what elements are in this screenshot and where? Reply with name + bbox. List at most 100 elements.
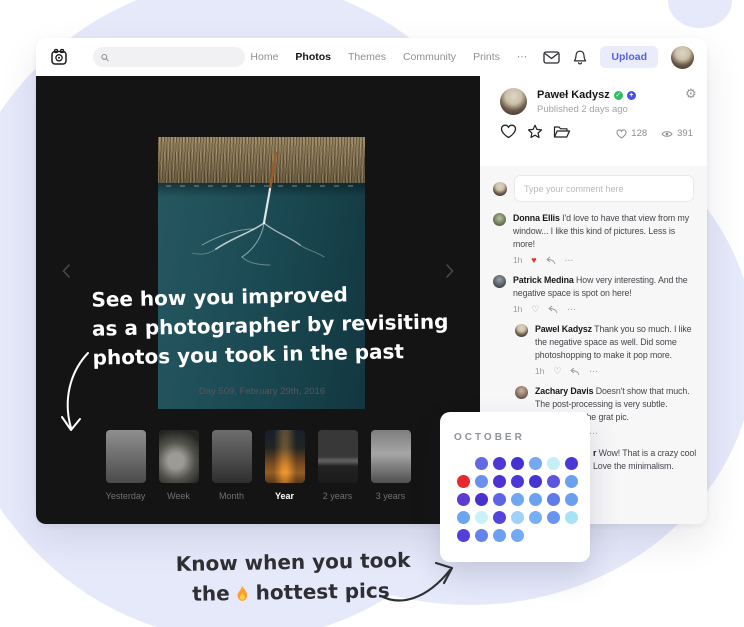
current-user-avatar xyxy=(493,182,507,196)
comment-time: 1h xyxy=(535,365,544,378)
comment-like-heart-icon[interactable]: ♡ xyxy=(553,365,561,378)
october-calendar-card: OCTOBER xyxy=(440,412,590,562)
thumbnail-label: Week xyxy=(167,491,190,501)
comment-more-icon[interactable]: ⋯ xyxy=(589,365,599,378)
calendar-day-dot[interactable] xyxy=(493,493,506,506)
comment-more-icon[interactable]: ⋯ xyxy=(567,303,577,316)
calendar-day-dot[interactable] xyxy=(493,511,506,524)
commenter-name[interactable]: Donna Ellis xyxy=(513,213,560,223)
commenter-name[interactable]: Pawel Kadysz xyxy=(535,324,592,334)
commenter-avatar[interactable] xyxy=(493,213,506,226)
calendar-day-dot[interactable] xyxy=(547,493,560,506)
calendar-day-dot[interactable] xyxy=(511,511,524,524)
user-avatar[interactable] xyxy=(671,46,694,69)
commenter-name[interactable]: Patrick Medina xyxy=(513,275,574,285)
calendar-day-dot[interactable] xyxy=(457,475,470,488)
search-bar[interactable] xyxy=(93,47,245,67)
photo-viewer: See how you improved as a photographer b… xyxy=(36,76,480,524)
nav-item-prints[interactable]: Prints xyxy=(473,51,500,63)
film-strip-item-year[interactable]: Year xyxy=(265,430,305,501)
comment-like-heart-icon[interactable]: ♥ xyxy=(531,254,536,267)
nav-item-photos[interactable]: Photos xyxy=(295,51,331,63)
calendar-day-dot[interactable] xyxy=(529,457,542,470)
calendar-day-dot[interactable] xyxy=(475,475,488,488)
plus-member-badge: + xyxy=(627,91,636,100)
upload-button[interactable]: Upload xyxy=(600,46,658,68)
like-heart-icon[interactable] xyxy=(500,124,517,139)
reply-icon[interactable] xyxy=(570,367,580,376)
calendar-day-dot[interactable] xyxy=(457,493,470,506)
calendar-day-dot[interactable] xyxy=(547,475,560,488)
film-strip-item-month[interactable]: Month xyxy=(212,430,252,501)
callout-line-2-prefix: the xyxy=(192,578,230,609)
thumbnail-image[interactable] xyxy=(265,430,305,483)
commenter-avatar[interactable] xyxy=(515,386,528,399)
calendar-day-dot[interactable] xyxy=(565,457,578,470)
calendar-day-dot[interactable] xyxy=(547,457,560,470)
thumbnail-image[interactable] xyxy=(371,430,411,483)
calendar-day-dot[interactable] xyxy=(529,511,542,524)
commenter-avatar[interactable] xyxy=(493,275,506,288)
comment-input[interactable] xyxy=(514,175,694,202)
commenter-avatar[interactable] xyxy=(515,324,528,337)
film-strip-item-week[interactable]: Week xyxy=(159,430,199,501)
comment-more-icon[interactable]: ⋯ xyxy=(589,427,599,440)
calendar-day-dot[interactable] xyxy=(511,529,524,542)
author-avatar[interactable] xyxy=(500,88,527,115)
callout-line-1: Know when you took xyxy=(175,545,410,579)
views-eye-icon xyxy=(661,130,673,138)
calendar-day-dot[interactable] xyxy=(493,457,506,470)
comment-more-icon[interactable]: ⋯ xyxy=(565,254,575,267)
reply-icon[interactable] xyxy=(548,305,558,314)
author-name[interactable]: Paweł Kadysz xyxy=(537,89,610,101)
film-strip-item-3-years[interactable]: 3 years xyxy=(371,430,411,501)
nav-item-community[interactable]: Community xyxy=(403,51,456,63)
calendar-day-dot[interactable] xyxy=(457,529,470,542)
search-input[interactable] xyxy=(114,51,237,64)
calendar-day-dot[interactable] xyxy=(493,529,506,542)
nav-item-more[interactable]: ⋯ xyxy=(517,51,528,63)
calendar-day-dot[interactable] xyxy=(565,511,578,524)
calendar-day-dot[interactable] xyxy=(475,529,488,542)
thumbnail-image[interactable] xyxy=(318,430,358,483)
photo-actions xyxy=(500,124,571,139)
thumbnail-image[interactable] xyxy=(106,430,146,483)
thumbnail-image[interactable] xyxy=(159,430,199,483)
calendar-day-dot[interactable] xyxy=(511,475,524,488)
calendar-day-dot[interactable] xyxy=(511,493,524,506)
photo-stats: 128 391 xyxy=(616,128,693,139)
gear-icon[interactable]: ⚙ xyxy=(685,86,697,102)
folder-icon[interactable] xyxy=(553,125,571,139)
fire-emoji-icon xyxy=(234,584,250,601)
calendar-day-dot[interactable] xyxy=(565,493,578,506)
reply-icon[interactable] xyxy=(546,256,556,265)
top-navbar: Home Photos Themes Community Prints ⋯ Upload xyxy=(36,38,707,76)
commenter-name[interactable]: Zachary Davis xyxy=(535,386,593,396)
photo-meta-header: Paweł Kadysz ✓ + Published 2 days ago ⚙ xyxy=(480,76,707,166)
previous-photo-chevron[interactable] xyxy=(62,264,70,283)
calendar-day-dot[interactable] xyxy=(529,493,542,506)
app-logo-camera-icon[interactable] xyxy=(49,47,69,67)
comment-like-heart-icon[interactable]: ♡ xyxy=(531,303,539,316)
film-strip-item-yesterday[interactable]: Yesterday xyxy=(106,430,146,501)
calendar-day-dot[interactable] xyxy=(475,511,488,524)
nav-item-home[interactable]: Home xyxy=(250,51,278,63)
film-strip-item-2-years[interactable]: 2 years xyxy=(318,430,358,501)
thumbnail-image[interactable] xyxy=(212,430,252,483)
calendar-day-dot[interactable] xyxy=(457,511,470,524)
comment: Donna Ellis I'd love to have that view f… xyxy=(493,212,694,266)
bell-icon[interactable] xyxy=(573,50,587,65)
favorite-star-icon[interactable] xyxy=(527,124,543,139)
mail-icon[interactable] xyxy=(543,51,560,64)
calendar-day-dot[interactable] xyxy=(493,475,506,488)
nav-item-themes[interactable]: Themes xyxy=(348,51,386,63)
views-count: 391 xyxy=(677,128,693,139)
calendar-day-dot[interactable] xyxy=(529,475,542,488)
calendar-day-dot[interactable] xyxy=(547,511,560,524)
calendar-day-dot[interactable] xyxy=(475,493,488,506)
calendar-day-dot[interactable] xyxy=(475,457,488,470)
calendar-day-dot[interactable] xyxy=(565,475,578,488)
commenter-name[interactable]: r xyxy=(593,448,596,458)
bottom-callout: Know when you took the hottest pics xyxy=(175,545,411,609)
calendar-day-dot[interactable] xyxy=(511,457,524,470)
